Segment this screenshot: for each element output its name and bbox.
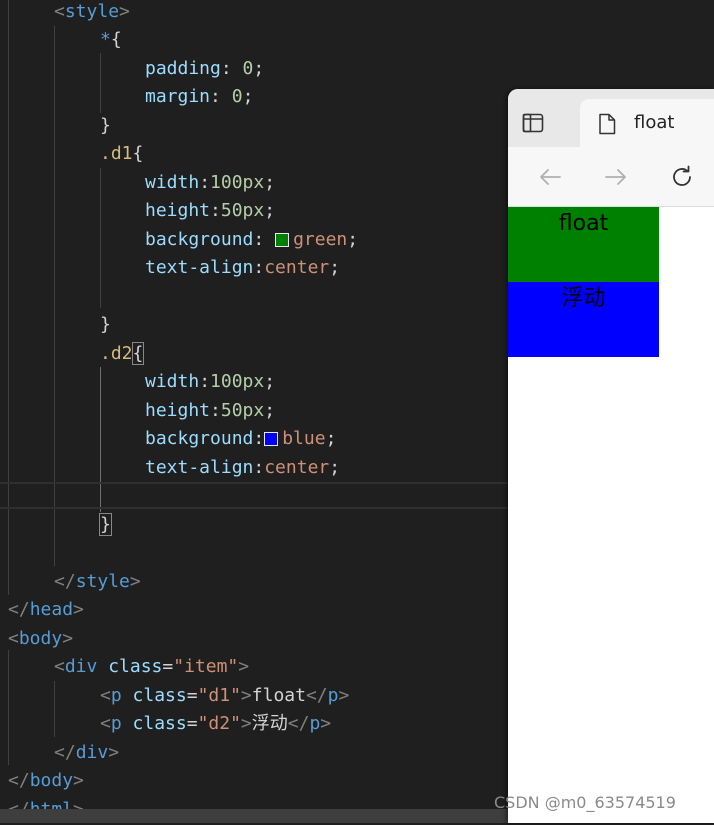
indent-guide	[8, 650, 9, 765]
code-line: }	[99, 513, 112, 536]
code-line: text-align:center;	[145, 257, 341, 278]
code-line: </style>	[54, 571, 141, 592]
code-line: <div class="item">	[54, 656, 250, 677]
code-line: *{	[100, 29, 122, 50]
d2-box: 浮动	[508, 282, 659, 357]
code-line: height:50px;	[145, 400, 276, 421]
code-line: <p class="d2">浮动</p>	[100, 713, 332, 734]
forward-arrow-icon[interactable]	[602, 163, 630, 191]
code-line: .d2{	[100, 342, 145, 365]
code-line: height:50px;	[145, 200, 276, 221]
code-line: <style>	[54, 1, 130, 22]
d1-text: float	[558, 211, 609, 236]
code-line: </body>	[8, 770, 84, 791]
tab-actions-button[interactable]	[520, 110, 546, 136]
code-line: }	[100, 115, 111, 136]
tab-strip: float	[508, 89, 714, 147]
code-line: background: blue;	[145, 428, 337, 449]
refresh-icon[interactable]	[668, 163, 696, 191]
code-line: .d1{	[100, 143, 144, 164]
code-line: padding: 0;	[145, 58, 265, 79]
code-line: background: green;	[145, 229, 359, 250]
sidebar-panel-icon	[522, 113, 544, 133]
browser-window: float float 浮动	[508, 89, 714, 823]
code-line: </div>	[54, 742, 120, 763]
browser-tab[interactable]: float	[580, 99, 714, 147]
code-line: <body>	[8, 628, 74, 649]
color-swatch-green[interactable]	[275, 233, 290, 247]
code-line: <p class="d1">float</p>	[100, 685, 350, 706]
code-line: width:100px;	[145, 172, 276, 193]
tab-title: float	[634, 112, 675, 133]
code-line: }	[100, 314, 111, 335]
code-line: text-align:center;	[145, 457, 341, 478]
indent-guide	[54, 681, 55, 737]
horizontal-scrollbar[interactable]	[0, 809, 510, 823]
page-icon	[599, 113, 616, 135]
d1-box: float	[508, 207, 659, 282]
code-line: width:100px;	[145, 371, 276, 392]
watermark: CSDN @m0_63574519	[494, 793, 676, 812]
navigation-bar	[508, 147, 714, 207]
indent-guide	[100, 53, 101, 113]
d2-text: 浮动	[561, 286, 606, 311]
code-line: margin: 0;	[145, 86, 254, 107]
back-arrow-icon[interactable]	[536, 163, 564, 191]
color-swatch-blue[interactable]	[264, 432, 279, 446]
indent-guide	[100, 168, 101, 308]
code-line: </head>	[8, 599, 84, 620]
page-viewport: float 浮动	[508, 207, 714, 823]
